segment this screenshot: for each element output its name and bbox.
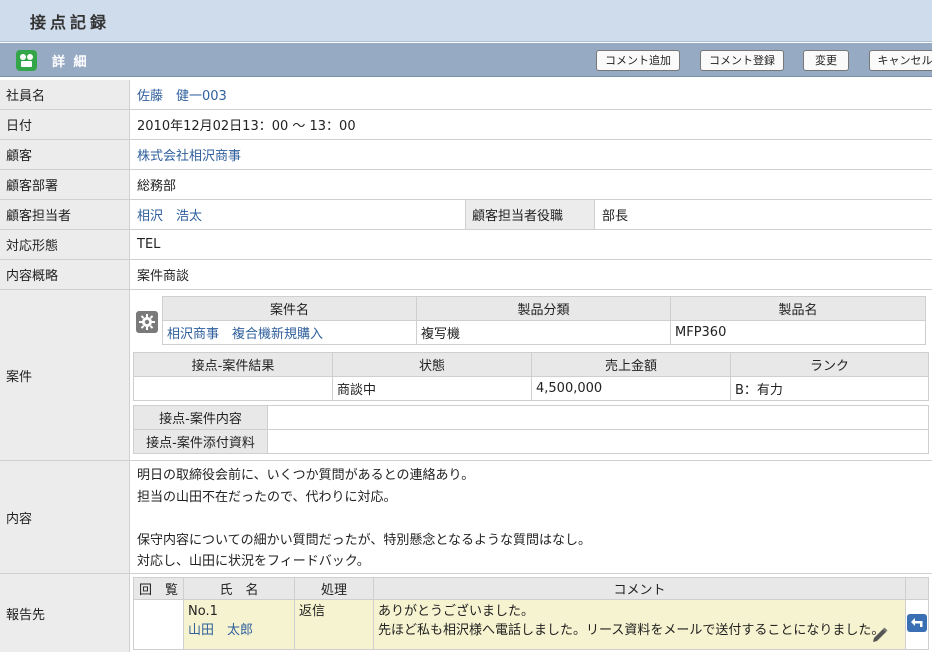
result-table: 接点-案件結果 状態 売上金額 ランク 商談中 4,500,000 B：有力: [133, 352, 929, 401]
section-title: 詳 細: [52, 55, 89, 70]
case-attach-label: 接点-案件添付資料: [133, 429, 268, 454]
add-comment-button[interactable]: コメント追加: [596, 50, 680, 71]
content-memo: 明日の取締役会前に、いくつか質問があるとの連絡あり。 担当の山田不在だったので、…: [137, 465, 591, 573]
employee-label: 社員名: [0, 80, 130, 109]
section-bar: 詳 細 コメント追加 コメント登録 変更 キャンセル: [0, 43, 932, 77]
report-comment-line: ありがとうございました。: [378, 604, 535, 619]
page-title: 接点記録: [30, 13, 111, 32]
summary-label: 内容概略: [0, 260, 130, 289]
case-product: MFP360: [670, 320, 926, 345]
case-detail-table: 接点-案件内容 接点-案件添付資料: [133, 405, 929, 454]
case-category: 複写機: [416, 320, 671, 345]
reply-icon[interactable]: [907, 614, 927, 632]
row-summary: 内容概略 案件商談: [0, 260, 932, 290]
contact-title-value: 部長: [602, 209, 629, 224]
report-label: 報告先: [0, 574, 130, 652]
table-row: No.1 山田 太郎 返信 ありがとうございました。 先ほど私も相沢様へ電話しま…: [133, 599, 929, 650]
row-customer: 顧客 株式会社相沢商事: [0, 140, 932, 170]
result-header-rank: ランク: [730, 352, 929, 377]
customer-link[interactable]: 株式会社相沢商事: [137, 140, 241, 169]
content-label: 内容: [0, 461, 130, 573]
row-employee: 社員名 佐藤 健一003: [0, 80, 932, 110]
case-table: 案件名 製品分類 製品名 相沢商事 複合機新規購入 複写機 MFP360: [162, 296, 926, 345]
case-content-value: [267, 405, 929, 430]
gear-icon[interactable]: [136, 311, 158, 333]
case-name-link[interactable]: 相沢商事 複合機新規購入: [162, 320, 417, 345]
case-label: 案件: [0, 290, 130, 460]
result-value: [133, 376, 333, 401]
result-header-result: 接点-案件結果: [133, 352, 333, 377]
case-header-name: 案件名: [162, 296, 417, 321]
status-value: 商談中: [332, 376, 532, 401]
method-value: TEL: [137, 237, 161, 252]
date-label: 日付: [0, 110, 130, 139]
report-header-comment: コメント: [373, 577, 906, 600]
report-action: 返信: [294, 599, 374, 650]
method-label: 対応形態: [0, 230, 130, 259]
report-header-name: 氏 名: [183, 577, 295, 600]
report-no: No.1: [188, 604, 218, 619]
change-button[interactable]: 変更: [803, 50, 849, 71]
report-table: 回 覧 氏 名 処理 コメント No.1 山田 太郎 返信 ありがとうございまし…: [133, 577, 929, 650]
row-date: 日付 2010年12月02日13：00 ～ 13：00: [0, 110, 932, 140]
customer-label: 顧客: [0, 140, 130, 169]
report-comment-cell: ありがとうございました。 先ほど私も相沢様へ電話しました。リース資料をメールで送…: [373, 599, 906, 650]
case-header-product: 製品名: [670, 296, 926, 321]
report-comment-line: 先ほど私も相沢様へ電話しました。リース資料をメールで送付することになりました。: [378, 623, 885, 638]
content-line: 対応し、山田に状況をフィードバック。: [137, 554, 370, 569]
date-value: 2010年12月02日13：00 ～ 13：00: [137, 119, 356, 134]
result-header-amount: 売上金額: [531, 352, 731, 377]
contact-label: 顧客担当者: [0, 200, 130, 229]
content-line: [137, 508, 591, 530]
case-attach-value: [267, 429, 929, 454]
table-row: 商談中 4,500,000 B：有力: [133, 376, 929, 401]
amount-value: 4,500,000: [531, 376, 731, 401]
title-bar: 接点記録: [0, 0, 932, 42]
table-row: 相沢商事 複合機新規購入 複写機 MFP360: [162, 320, 926, 345]
row-method: 対応形態 TEL: [0, 230, 932, 260]
report-name-cell: No.1 山田 太郎: [183, 599, 295, 650]
department-label: 顧客部署: [0, 170, 130, 199]
cancel-button[interactable]: キャンセル: [869, 50, 932, 71]
content-line: 保守内容についての細かい質問だったが、特別懸念となるような質問はなし。: [137, 532, 591, 548]
contact-title-label: 顧客担当者役職: [465, 200, 595, 229]
result-header-status: 状態: [332, 352, 532, 377]
case-header-category: 製品分類: [416, 296, 671, 321]
report-header-blank: [905, 577, 929, 600]
employee-link[interactable]: 佐藤 健一003: [137, 80, 227, 109]
detail-icon: [16, 50, 37, 71]
row-department: 顧客部署 総務部: [0, 170, 932, 200]
content-line: 明日の取締役会前に、いくつか質問があるとの連絡あり。: [137, 468, 475, 483]
report-circulation-cell: [133, 599, 184, 650]
contact-link[interactable]: 相沢 浩太: [137, 200, 202, 229]
report-header-action: 処理: [294, 577, 374, 600]
report-header-circulation: 回 覧: [133, 577, 184, 600]
content-line: 担当の山田不在だったので、代わりに対応。: [137, 489, 397, 505]
summary-value: 案件商談: [137, 269, 190, 284]
row-contact: 顧客担当者 相沢 浩太 顧客担当者役職 部長: [0, 200, 932, 230]
rank-value: B：有力: [730, 376, 929, 401]
case-content-label: 接点-案件内容: [133, 405, 268, 430]
pencil-icon[interactable]: [871, 626, 889, 648]
register-comment-button[interactable]: コメント登録: [700, 50, 784, 71]
department-value: 総務部: [137, 179, 177, 194]
report-name-link[interactable]: 山田 太郎: [188, 621, 290, 640]
